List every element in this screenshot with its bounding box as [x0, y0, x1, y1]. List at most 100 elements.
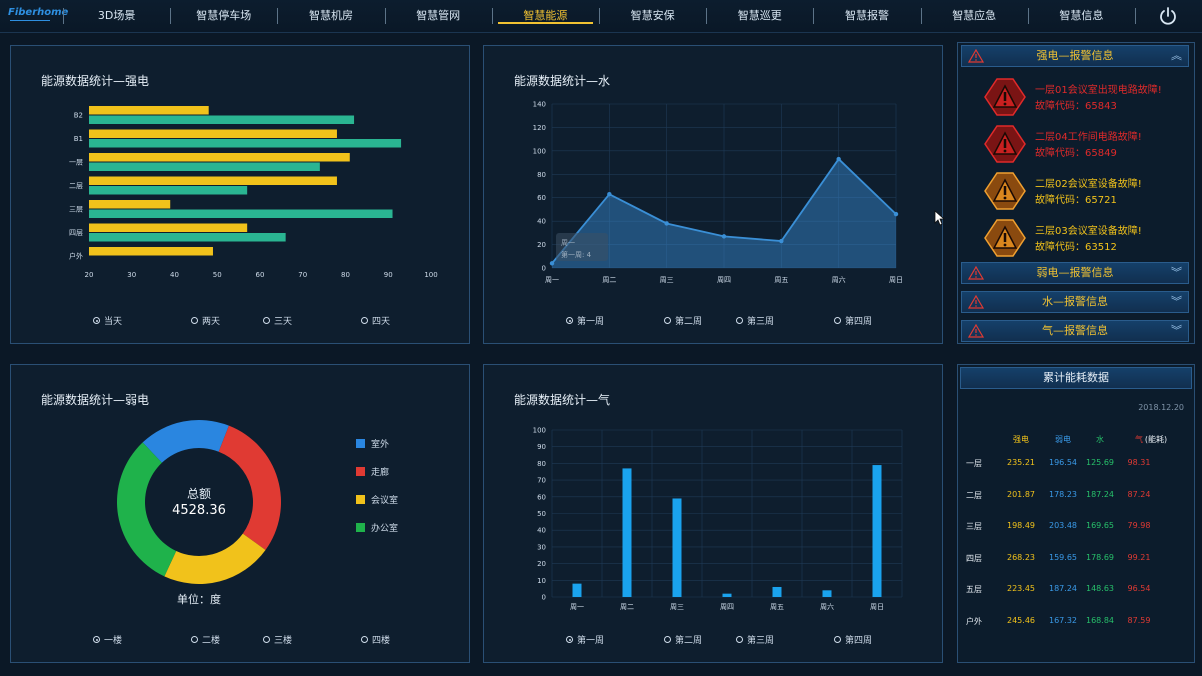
data-point[interactable]	[893, 211, 899, 217]
y-tick-label: 120	[533, 124, 546, 132]
water-radio-2[interactable]: 第三周	[736, 314, 774, 327]
strong-electric-panel: 能源数据统计—强电 B2 B1 一层 二层 三层 四层 户外 20 30 40 50 60 70 80 90…	[10, 45, 470, 344]
alarm-code: 故障代码：65843	[1035, 101, 1117, 112]
chevron-down-icon[interactable]: ︾	[1171, 293, 1182, 309]
bar[interactable]	[89, 115, 355, 125]
bar[interactable]	[89, 106, 209, 115]
bar[interactable]	[89, 247, 213, 256]
chevron-up-icon[interactable]: ︽	[1171, 47, 1182, 63]
bar[interactable]	[772, 586, 782, 597]
alarm-message: 三层03会议室设备故障!	[1035, 226, 1142, 237]
y-tick-label: 60	[537, 194, 546, 202]
data-point[interactable]	[549, 261, 555, 266]
warning-triangle-icon	[984, 219, 1026, 257]
y-tick-label: 40	[537, 527, 546, 535]
weak-radio-3[interactable]: 四楼	[361, 633, 390, 646]
alarm-item[interactable]: 一层01会议室出现电路故障! 故障代码：65843	[983, 77, 1188, 119]
bar[interactable]	[89, 200, 171, 209]
weak-radio-2[interactable]: 三楼	[263, 633, 292, 646]
water-radio-1[interactable]: 第二周	[664, 314, 702, 327]
weak-radio-0[interactable]: 一楼	[93, 633, 122, 646]
bar[interactable]	[89, 209, 393, 219]
power-icon[interactable]	[1158, 6, 1178, 26]
bar[interactable]	[622, 468, 632, 597]
bar[interactable]	[872, 465, 882, 597]
x-tick-label: 周日	[870, 603, 884, 611]
warning-triangle-icon	[984, 172, 1026, 210]
nav-item-7[interactable]: 智慧报警	[813, 0, 920, 32]
data-point[interactable]	[607, 192, 612, 197]
radio-circle-icon	[93, 317, 100, 324]
nav-item-6[interactable]: 智慧巡更	[706, 0, 813, 32]
bar[interactable]	[89, 223, 248, 233]
weak-radio-1[interactable]: 二楼	[191, 633, 220, 646]
bar[interactable]	[89, 129, 337, 139]
strong-radio-2[interactable]: 三天	[263, 314, 292, 327]
alarm-item[interactable]: 二层04工作间电路故障! 故障代码：65849	[983, 124, 1188, 166]
table-row-label: 二层	[966, 490, 982, 500]
x-tick-label: 周五	[770, 603, 784, 611]
table-cell: 235.21	[1007, 458, 1035, 467]
gas-radio-3[interactable]: 第四周	[834, 633, 872, 646]
bar[interactable]	[822, 590, 832, 597]
alarm-item[interactable]: 二层02会议室设备故障! 故障代码：65721	[983, 171, 1188, 213]
gas-chart: 0 10 20 30 40 50 60 70 80 90 100 周一 周二 周三 周四 周五 周六 周日	[533, 427, 903, 611]
nav-item-2[interactable]: 智慧机房	[277, 0, 384, 32]
alarm-item[interactable]: 三层03会议室设备故障! 故障代码：63512	[983, 218, 1188, 260]
bar[interactable]	[572, 583, 582, 597]
bar[interactable]	[672, 498, 682, 597]
chevron-down-icon[interactable]: ︾	[1171, 264, 1182, 280]
y-tick-label: 140	[533, 101, 546, 109]
nav-item-9[interactable]: 智慧信息	[1028, 0, 1135, 32]
legend-item[interactable]: 会议室	[356, 493, 398, 506]
x-tick-label: 周三	[660, 276, 674, 284]
radio-label: 第三周	[747, 636, 775, 646]
bar[interactable]	[89, 153, 350, 162]
nav-item-5[interactable]: 智慧安保	[599, 0, 706, 32]
weak-electric-title: 能源数据统计—弱电	[41, 393, 150, 407]
gas-radio-2[interactable]: 第三周	[736, 633, 774, 646]
y-tick-label: 0	[542, 594, 546, 602]
table-cell: 87.59	[1127, 615, 1151, 625]
alarm-section-header[interactable]: 气—报警信息 ︾	[961, 320, 1189, 342]
gas-radio-1[interactable]: 第二周	[664, 633, 702, 646]
alarm-section-header[interactable]: 水—报警信息 ︾	[961, 291, 1189, 313]
bar[interactable]	[89, 162, 320, 172]
donut-slice[interactable]	[164, 533, 266, 584]
alarm-message: 二层02会议室设备故障!	[1035, 179, 1142, 190]
nav-item-1[interactable]: 智慧停车场	[170, 0, 277, 32]
bar[interactable]	[89, 186, 248, 195]
nav-item-4[interactable]: 智慧能源	[492, 0, 599, 32]
nav-item-0[interactable]: 3D场景	[63, 0, 170, 32]
y-tick-label: 户外	[69, 252, 83, 261]
data-point[interactable]	[779, 238, 784, 244]
bar[interactable]	[722, 593, 732, 597]
legend-item[interactable]: 走廊	[356, 465, 389, 478]
legend-item[interactable]: 室外	[356, 437, 389, 450]
strong-alarm-header[interactable]: 强电—报警信息 ︽	[961, 45, 1189, 67]
chevron-down-icon[interactable]: ︾	[1171, 322, 1182, 338]
data-point[interactable]	[836, 156, 841, 162]
strong-electric-title: 能源数据统计—强电	[41, 74, 150, 88]
alarm-section-label: 弱电—报警信息	[1036, 266, 1114, 279]
data-point[interactable]	[721, 234, 727, 239]
data-point[interactable]	[664, 221, 669, 226]
warning-triangle-icon	[984, 125, 1026, 163]
strong-radio-1[interactable]: 两天	[191, 314, 220, 327]
strong-radio-0[interactable]: 当天	[93, 314, 122, 327]
strong-radio-3[interactable]: 四天	[361, 314, 390, 327]
bar[interactable]	[89, 233, 286, 242]
legend-label: 走廊	[371, 468, 390, 478]
donut-center-label: 总额	[186, 487, 211, 501]
legend-item[interactable]: 办公室	[356, 521, 398, 534]
nav-item-3[interactable]: 智慧管网	[385, 0, 492, 32]
nav-item-8[interactable]: 智慧应急	[921, 0, 1028, 32]
bar[interactable]	[89, 139, 402, 148]
alarm-section-header[interactable]: 弱电—报警信息 ︾	[961, 262, 1189, 284]
gas-radio-0[interactable]: 第一周	[566, 633, 604, 646]
water-radio-0[interactable]: 第一周	[566, 314, 604, 327]
bar[interactable]	[89, 176, 337, 186]
water-radio-3[interactable]: 第四周	[834, 314, 872, 327]
radio-circle-icon	[263, 317, 270, 324]
tooltip: 周一第一周: 4	[556, 233, 608, 261]
